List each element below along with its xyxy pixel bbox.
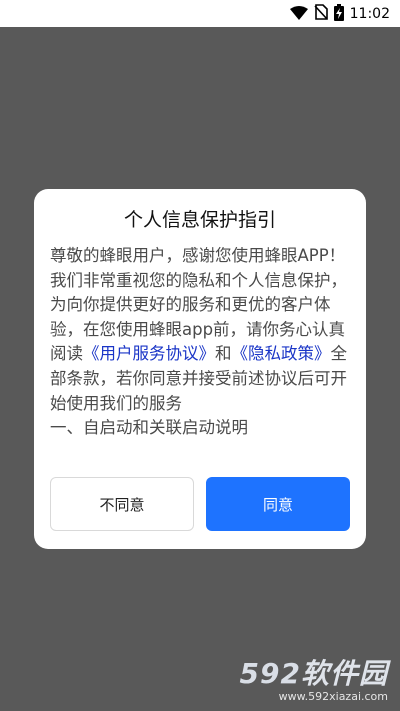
user-agreement-link[interactable]: 《用户服务协议》 bbox=[83, 344, 215, 363]
watermark-logo: 592软件园 bbox=[240, 652, 388, 692]
watermark: 592软件园 www.592xiazai.com bbox=[240, 652, 388, 703]
watermark-number: 592 bbox=[239, 657, 301, 690]
section-heading: 一、自启动和关联启动说明 bbox=[50, 418, 248, 438]
status-time: 11:02 bbox=[349, 6, 390, 22]
dialog-body: 尊敬的蜂眼用户，感谢您使用蜂眼APP！我们非常重视您的隐私和个人信息保护，为向你… bbox=[50, 244, 352, 441]
dialog-title: 个人信息保护指引 bbox=[123, 209, 276, 231]
connector-text: 和 bbox=[215, 344, 232, 364]
status-bar: 11:02 bbox=[0, 0, 400, 27]
status-icons: 11:02 bbox=[289, 3, 390, 25]
battery-charging-icon bbox=[333, 3, 344, 25]
privacy-dialog: 个人信息保护指引 尊敬的蜂眼用户，感谢您使用蜂眼APP！我们非常重视您的隐私和个… bbox=[34, 189, 366, 549]
watermark-text: 软件园 bbox=[300, 657, 388, 690]
no-sim-icon bbox=[314, 4, 328, 24]
agree-button[interactable]: 同意 bbox=[206, 477, 350, 531]
disagree-button[interactable]: 不同意 bbox=[50, 477, 194, 531]
wifi-icon bbox=[289, 5, 308, 24]
privacy-policy-link[interactable]: 《隐私政策》 bbox=[232, 344, 331, 363]
